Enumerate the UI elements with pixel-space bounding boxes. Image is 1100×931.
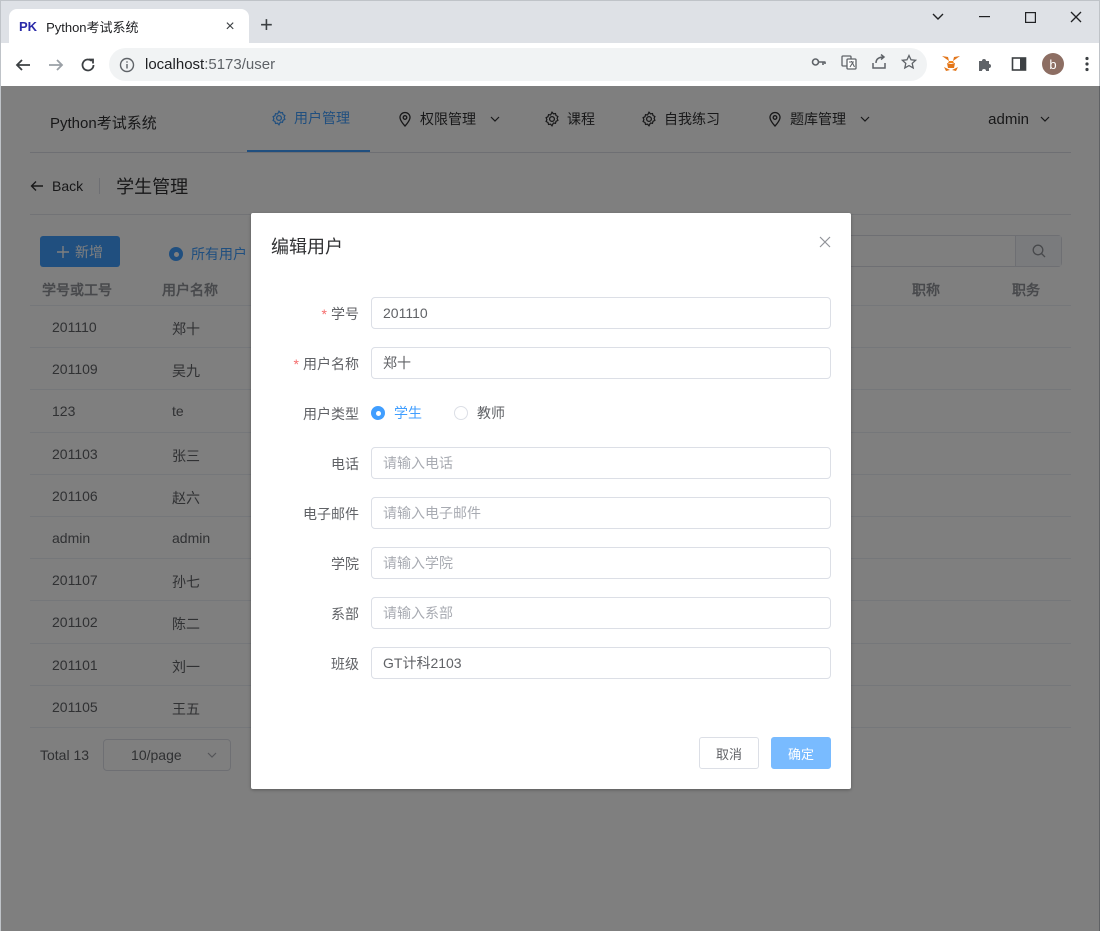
form-row-email: 电子邮件 [251, 497, 851, 529]
radio-checked-icon [371, 406, 385, 420]
back-arrow-icon[interactable] [10, 52, 36, 78]
college-input[interactable] [371, 547, 831, 579]
dialog-title: 编辑用户 [271, 237, 343, 257]
user-type-label: 用户类型 [303, 406, 359, 422]
url-host: localhost [145, 56, 205, 73]
edit-user-dialog: 编辑用户 *学号 *用户名称 用户类型 学生 教师 [251, 213, 851, 789]
form-row-department: 系部 [251, 597, 851, 629]
browser-tab[interactable]: PK Python考试系统 × [9, 9, 249, 44]
share-icon[interactable] [871, 53, 887, 75]
extensions-puzzle-icon[interactable] [973, 52, 997, 76]
email-label: 电子邮件 [303, 506, 359, 522]
close-tab-icon[interactable]: × [221, 18, 239, 36]
form-row-user-name: * 用户名称 [251, 347, 851, 379]
user-type-teacher-radio[interactable]: 教师 [454, 403, 505, 423]
cancel-button[interactable]: 取消 [699, 737, 759, 769]
form-row-college: 学院 [251, 547, 851, 579]
forward-arrow-icon[interactable] [43, 52, 69, 78]
user-name-label: * 用户名称 [294, 354, 359, 374]
confirm-button[interactable]: 确定 [771, 737, 831, 769]
label-text: 用户名称 [303, 356, 359, 372]
url-path: :5173/user [204, 56, 276, 73]
required-asterisk: * [293, 356, 299, 372]
radio-unchecked-icon [454, 406, 468, 420]
side-panel-icon[interactable] [1007, 52, 1031, 76]
key-icon[interactable] [811, 54, 827, 75]
browser-menu-kebab-icon[interactable] [1075, 52, 1099, 76]
new-tab-icon[interactable]: + [260, 13, 273, 37]
close-window-icon[interactable] [1053, 5, 1099, 29]
page: Python考试系统 用户管理 权限管理 课程 自我练习 题库管理 admin [0, 86, 1100, 931]
user-type-student-radio[interactable]: 学生 [371, 403, 422, 423]
minimize-icon[interactable] [961, 5, 1007, 29]
window-controls [915, 5, 1099, 29]
profile-initial: b [1042, 53, 1064, 75]
form-row-phone: 电话 [251, 447, 851, 479]
student-id-input[interactable] [371, 297, 831, 329]
form-row-student-id: * 学号 [251, 297, 851, 329]
required-asterisk: * [321, 306, 327, 322]
phone-input[interactable] [371, 447, 831, 479]
translate-icon[interactable] [841, 54, 857, 75]
close-icon[interactable] [819, 235, 831, 253]
class-input[interactable] [371, 647, 831, 679]
reload-icon[interactable] [75, 52, 101, 78]
user-name-input[interactable] [371, 347, 831, 379]
url-text[interactable]: localhost:5173/user [145, 56, 811, 73]
tab-favicon: PK [19, 19, 38, 34]
email-input[interactable] [371, 497, 831, 529]
maximize-icon[interactable] [1007, 5, 1053, 29]
form-row-class: 班级 [251, 647, 851, 679]
label-text: 学号 [331, 306, 359, 322]
metamask-fox-icon[interactable] [939, 52, 963, 76]
student-id-label: * 学号 [322, 304, 359, 324]
radio-label: 学生 [394, 405, 422, 421]
department-input[interactable] [371, 597, 831, 629]
tab-search-chevron-icon[interactable] [915, 5, 961, 29]
browser-tab-strip: PK Python考试系统 × + [0, 0, 1100, 44]
phone-label: 电话 [331, 456, 359, 472]
address-bar[interactable]: localhost:5173/user [109, 48, 927, 81]
bookmark-star-icon[interactable] [900, 53, 918, 75]
form-row-user-type: 用户类型 学生 教师 [251, 397, 851, 429]
tab-title: Python考试系统 [46, 20, 139, 35]
department-label: 系部 [331, 606, 359, 622]
radio-label: 教师 [477, 405, 505, 421]
user-type-radio-group: 学生 教师 [371, 397, 537, 429]
class-label: 班级 [331, 656, 359, 672]
college-label: 学院 [331, 556, 359, 572]
profile-avatar[interactable]: b [1041, 52, 1065, 76]
dialog-footer: 取消 确定 [699, 737, 831, 769]
browser-toolbar: localhost:5173/user b [0, 43, 1100, 86]
site-info-icon[interactable] [109, 57, 145, 73]
